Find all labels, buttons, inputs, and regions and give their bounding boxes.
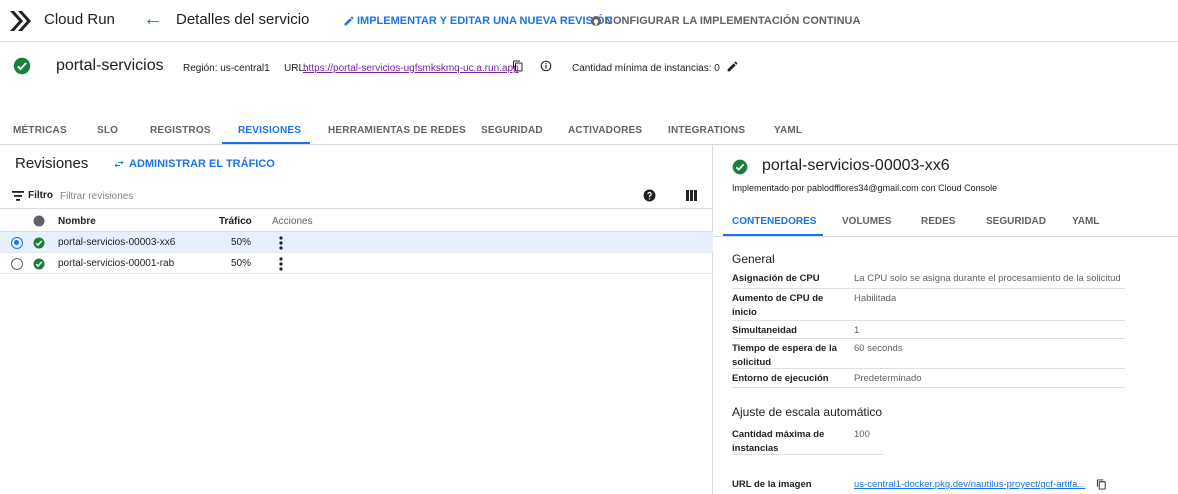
filter-label[interactable]: Filtro: [12, 190, 53, 201]
detail-key: Asignación de CPU: [732, 273, 820, 284]
detail-row-startup-cpu-boost: Aumento de CPU de inicio Habilitada: [732, 289, 1125, 321]
revision-traffic: 50%: [231, 237, 252, 248]
tab-herramientas-de-redes[interactable]: HERRAMIENTAS DE REDES: [328, 125, 466, 136]
revision-ok-icon: [33, 237, 45, 249]
filter-label-text: Filtro: [28, 190, 53, 201]
table-row[interactable]: portal-servicios-00003-xx6 50%: [0, 232, 713, 253]
filter-list-icon: [12, 190, 24, 201]
info-icon[interactable]: [540, 60, 552, 72]
revisions-table-header: Nombre Tráfico Acciones: [0, 209, 713, 232]
tab-redes[interactable]: REDES: [921, 216, 955, 227]
tab-contenedores[interactable]: CONTENEDORES: [732, 216, 816, 227]
help-icon[interactable]: [643, 189, 656, 202]
detail-value: 60 seconds: [854, 343, 903, 354]
revisions-panel: Revisiones ADMINISTRAR EL TRÁFICO Filtro…: [0, 145, 713, 494]
revision-ok-icon: [33, 258, 45, 270]
edit-pencil-icon: [344, 16, 354, 26]
revision-name[interactable]: portal-servicios-00003-xx6: [58, 237, 175, 248]
deploy-new-revision-button[interactable]: IMPLEMENTAR Y EDITAR UNA NUEVA REVISIÓN: [343, 15, 612, 27]
revision-detail-tabs: CONTENEDORES VOLUMES REDES SEGURIDAD YAM…: [714, 207, 1178, 237]
continuous-deployment-button[interactable]: CONFIGURAR LA IMPLEMENTACIÓN CONTINUA: [590, 15, 860, 27]
table-row[interactable]: portal-servicios-00001-rab 50%: [0, 253, 713, 274]
service-region: Región: us-central1: [183, 63, 270, 74]
tab-revisiones[interactable]: REVISIONES: [238, 125, 301, 136]
copy-icon[interactable]: [512, 60, 524, 72]
detail-row-image-url: URL de la imagen us-central1-docker.pkg.…: [732, 475, 1125, 493]
column-header-traffic[interactable]: Tráfico: [219, 216, 252, 227]
service-header: portal-servicios Región: us-central1 URL…: [0, 52, 1178, 82]
tab-seguridad-revision[interactable]: SEGURIDAD: [986, 216, 1046, 227]
detail-key: Entorno de ejecución: [732, 373, 829, 384]
top-bar: Cloud Run ← Detalles del servicio IMPLEM…: [0, 0, 1178, 42]
back-arrow-icon[interactable]: ←: [143, 8, 163, 31]
general-section-title: General: [732, 252, 775, 266]
tab-registros[interactable]: REGISTROS: [150, 125, 211, 136]
manage-traffic-button[interactable]: ADMINISTRAR EL TRÁFICO: [113, 158, 275, 170]
detail-row-concurrency: Simultaneidad 1: [732, 321, 1125, 339]
detail-key: Cantidad máxima de instancias: [732, 429, 825, 454]
service-url-link[interactable]: https://portal-servicios-ugfsmkskmq-uc.a…: [303, 63, 519, 74]
tab-slo[interactable]: SLO: [97, 125, 118, 136]
filter-bar: Filtro: [0, 183, 713, 209]
deployed-by-text: Implementado por pablodfflores34@gmail.c…: [732, 183, 998, 193]
tab-seguridad[interactable]: SEGURIDAD: [481, 125, 543, 136]
revision-detail-ok-icon: [732, 159, 748, 175]
column-display-icon[interactable]: [686, 190, 697, 201]
deploy-new-revision-label: IMPLEMENTAR Y EDITAR UNA NUEVA REVISIÓN: [357, 15, 613, 27]
cloud-run-logo-icon[interactable]: [10, 11, 36, 31]
min-instances-text: Cantidad mínima de instancias: 0: [572, 63, 720, 74]
detail-value: La CPU solo se asigna durante el procesa…: [854, 273, 1121, 284]
revision-traffic: 50%: [231, 258, 252, 269]
tab-activadores[interactable]: ACTIVADORES: [568, 125, 642, 136]
image-url-link[interactable]: us-central1-docker.pkg.dev/nautilus-proy…: [854, 478, 1085, 492]
detail-row-execution-environment: Entorno de ejecución Predeterminado: [732, 369, 1125, 388]
active-detail-tab-indicator: [723, 234, 823, 236]
detail-value: Predeterminado: [854, 373, 922, 384]
tab-metricas[interactable]: MÉTRICAS: [13, 125, 67, 136]
detail-key: Aumento de CPU de inicio: [732, 293, 824, 318]
revision-name[interactable]: portal-servicios-00001-rab: [58, 258, 174, 269]
detail-row-request-timeout: Tiempo de espera de la solicitud 60 seco…: [732, 339, 1125, 369]
swap-horiz-icon: [114, 160, 124, 168]
detail-key: URL de la imagen: [732, 479, 812, 490]
detail-value: 100: [854, 429, 870, 440]
detail-row-cpu-allocation: Asignación de CPU La CPU solo se asigna …: [732, 269, 1125, 289]
tab-yaml[interactable]: YAML: [774, 125, 802, 136]
status-column-icon: [33, 215, 45, 230]
revision-detail-panel: portal-servicios-00003-xx6 Implementado …: [714, 145, 1178, 494]
row-radio[interactable]: [11, 258, 23, 270]
edit-min-instances-icon[interactable]: [726, 60, 739, 73]
tab-yaml-revision[interactable]: YAML: [1072, 216, 1099, 227]
tab-integrations[interactable]: INTEGRATIONS: [668, 125, 745, 136]
autoscaling-section-title: Ajuste de escala automático: [732, 405, 883, 419]
product-name: Cloud Run: [44, 11, 115, 28]
tab-volumes[interactable]: VOLUMES: [842, 216, 891, 227]
detail-row-max-instances: Cantidad máxima de instancias 100: [732, 425, 884, 455]
service-status-ok-icon: [13, 57, 31, 75]
detail-value: 1: [854, 325, 860, 336]
service-name: portal-servicios: [56, 57, 164, 74]
github-icon: [591, 16, 601, 26]
page-title: Detalles del servicio: [176, 11, 310, 28]
detail-key: Simultaneidad: [732, 325, 797, 336]
filter-input[interactable]: [60, 188, 620, 204]
column-header-actions: Acciones: [272, 216, 313, 227]
more-vert-icon[interactable]: [278, 257, 284, 271]
detail-value: Habilitada: [854, 293, 897, 304]
revision-detail-title: portal-servicios-00003-xx6: [762, 157, 950, 174]
active-tab-indicator: [222, 142, 310, 144]
copy-image-url-icon[interactable]: [1096, 479, 1107, 490]
manage-traffic-label: ADMINISTRAR EL TRÁFICO: [129, 158, 275, 170]
service-tabs: MÉTRICAS SLO REGISTROS REVISIONES HERRAM…: [0, 120, 1178, 145]
column-header-name[interactable]: Nombre: [58, 216, 96, 227]
more-vert-icon[interactable]: [278, 236, 284, 250]
continuous-deployment-label: CONFIGURAR LA IMPLEMENTACIÓN CONTINUA: [605, 15, 861, 27]
revisions-title: Revisiones: [15, 155, 89, 172]
detail-key: Tiempo de espera de la solicitud: [732, 343, 837, 368]
row-radio-selected[interactable]: [11, 237, 23, 249]
